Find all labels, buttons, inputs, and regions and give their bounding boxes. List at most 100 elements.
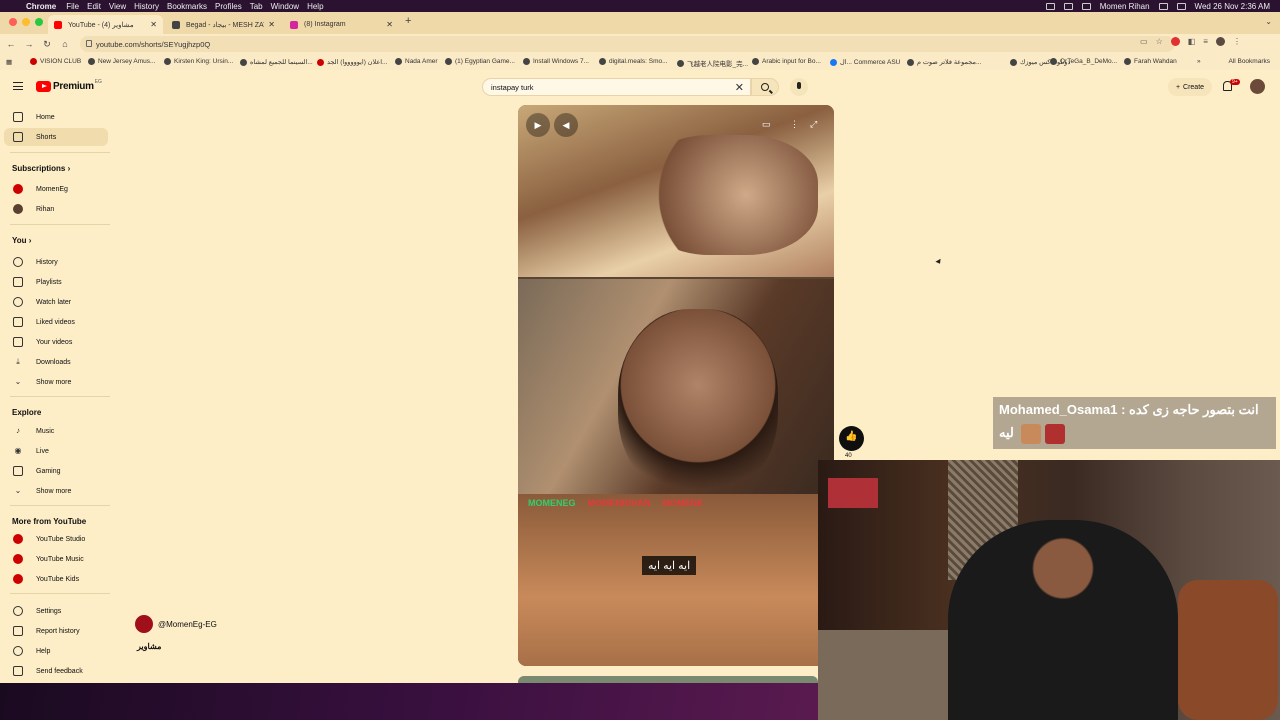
address-bar[interactable]: youtube.com/shorts/SEYugjhzp0Q bbox=[80, 36, 1175, 52]
menu-file[interactable]: File bbox=[66, 2, 87, 11]
sidebar-item-show-more-explore[interactable]: ⌄ Show more bbox=[4, 482, 108, 500]
shorts-video-player[interactable]: ▶ ◀ ▭ ⋮ ⤢ MOMENEG MOMENRIHAN MOMENE ايه … bbox=[518, 105, 834, 666]
sidebar-sub-momeneg[interactable]: MomenEg bbox=[4, 180, 108, 198]
close-tab-icon[interactable]: ✕ bbox=[268, 20, 275, 29]
zoom-window-icon[interactable] bbox=[35, 18, 43, 26]
menu-profiles[interactable]: Profiles bbox=[215, 2, 250, 11]
sidebar-item-show-more[interactable]: ⌄ Show more bbox=[4, 373, 108, 391]
volume-icon[interactable]: ◀ bbox=[554, 113, 578, 137]
sidebar-sub-rihan[interactable]: Rihan bbox=[4, 200, 108, 218]
sidebar-item-youtube-kids[interactable]: YouTube Kids bbox=[4, 570, 108, 588]
search-spotlight-icon[interactable] bbox=[1176, 2, 1186, 10]
more-options-icon[interactable]: ⋮ bbox=[790, 119, 799, 130]
menu-hamburger-icon[interactable] bbox=[13, 82, 23, 90]
menu-view[interactable]: View bbox=[109, 2, 134, 11]
reload-icon[interactable]: ↻ bbox=[38, 39, 56, 50]
search-input[interactable]: instapay turk ✕ bbox=[482, 78, 751, 96]
captions-icon[interactable]: ▭ bbox=[762, 119, 771, 130]
all-bookmarks[interactable]: All Bookmarks bbox=[1228, 58, 1270, 65]
short-channel-info[interactable]: @MomenEg-EG bbox=[135, 615, 217, 633]
bookmark-item[interactable]: Farah Wahdan bbox=[1124, 58, 1177, 65]
bookmark-item[interactable]: Arabic input for Bo... bbox=[752, 58, 821, 65]
bookmark-item[interactable]: OrTeGa_B_DeMo... bbox=[1050, 58, 1117, 65]
sidebar-item-liked-videos[interactable]: Liked videos bbox=[4, 313, 108, 331]
tab-youtube[interactable]: YouTube - مشاوير (4) ✕ bbox=[48, 15, 163, 34]
close-tab-icon[interactable]: ✕ bbox=[386, 20, 393, 29]
youtube-logo[interactable]: Premium EG bbox=[36, 79, 102, 92]
sidebar-item-report-history[interactable]: Report history bbox=[4, 622, 108, 640]
tab-instagram[interactable]: (8) Instagram ✕ bbox=[284, 15, 399, 34]
bookmark-item[interactable]: اعلان (ايوووووا) الجد... bbox=[317, 58, 387, 66]
sidebar-item-your-videos[interactable]: Your videos bbox=[4, 333, 108, 351]
new-tab-icon[interactable]: + bbox=[405, 15, 411, 27]
sidebar-item-youtube-studio[interactable]: YouTube Studio bbox=[4, 530, 108, 548]
sidebar-item-help[interactable]: Help bbox=[4, 642, 108, 660]
sidebar-item-music[interactable]: ♪ Music bbox=[4, 422, 108, 440]
close-tab-icon[interactable]: ✕ bbox=[150, 20, 157, 29]
apps-grid-icon[interactable]: ▦ bbox=[6, 58, 12, 66]
sidebar-item-history[interactable]: History bbox=[4, 253, 108, 271]
sidebar-heading-subscriptions[interactable]: Subscriptions › bbox=[12, 164, 70, 173]
sidebar-heading-you[interactable]: You › bbox=[12, 236, 31, 245]
sidebar-item-downloads[interactable]: ⤓ Downloads bbox=[4, 353, 108, 371]
voice-search-mic-icon[interactable] bbox=[790, 78, 808, 96]
extension-record-icon[interactable] bbox=[1170, 37, 1180, 46]
profile-avatar-icon[interactable] bbox=[1215, 37, 1225, 46]
close-window-icon[interactable] bbox=[9, 18, 17, 26]
sidebar-item-settings[interactable]: Settings bbox=[4, 602, 108, 620]
install-app-icon[interactable]: ▭ bbox=[1140, 37, 1148, 46]
sidebar-item-gaming[interactable]: Gaming bbox=[4, 462, 108, 480]
menu-edit[interactable]: Edit bbox=[87, 2, 109, 11]
bookmark-item[interactable]: ال... Commerce ASU bbox=[830, 58, 900, 66]
menu-window[interactable]: Window bbox=[271, 2, 307, 11]
menubar-clock[interactable]: Wed 26 Nov 2:36 AM bbox=[1195, 2, 1270, 11]
bookmark-item[interactable]: السينما للجميع لمشاه... bbox=[240, 58, 313, 66]
channel-handle[interactable]: @MomenEg-EG bbox=[158, 620, 217, 629]
battery-icon[interactable] bbox=[1045, 2, 1055, 10]
extensions-puzzle-icon[interactable]: ◧ bbox=[1188, 37, 1196, 46]
bookmark-item[interactable]: Install Windows 7... bbox=[523, 58, 589, 65]
sidebar-item-send-feedback[interactable]: Send feedback bbox=[4, 662, 108, 680]
wifi-icon[interactable] bbox=[1063, 2, 1073, 10]
search-button[interactable] bbox=[751, 78, 779, 96]
bookmark-item[interactable]: مجموعة فلاتر صوت م... bbox=[907, 58, 981, 66]
chrome-menu-icon[interactable]: ⋮ bbox=[1233, 37, 1241, 46]
sidebar-item-live[interactable]: ◉ Live bbox=[4, 442, 108, 460]
bookmark-item[interactable]: Nada Amer bbox=[395, 58, 438, 65]
clear-search-icon[interactable]: ✕ bbox=[735, 81, 744, 94]
play-icon[interactable]: ▶ bbox=[526, 113, 550, 137]
like-button[interactable] bbox=[839, 426, 864, 451]
sidebar-item-shorts[interactable]: Shorts bbox=[4, 128, 108, 146]
tab-begad[interactable]: Begad - بيجاد - MESH ZAY ZA ✕ bbox=[166, 15, 281, 34]
sidebar-item-watch-later[interactable]: Watch later bbox=[4, 293, 108, 311]
bookmark-star-icon[interactable]: ☆ bbox=[1156, 37, 1163, 46]
tab-search-chevron-icon[interactable]: ⌄ bbox=[1265, 17, 1272, 26]
bluetooth-icon[interactable] bbox=[1158, 2, 1168, 10]
site-info-icon[interactable] bbox=[86, 40, 92, 47]
minimize-window-icon[interactable] bbox=[22, 18, 30, 26]
back-arrow-icon[interactable]: ← bbox=[2, 39, 20, 49]
bookmark-item[interactable]: VISION CLUB bbox=[30, 58, 81, 65]
account-avatar[interactable] bbox=[1250, 79, 1265, 94]
bookmarks-overflow-icon[interactable]: » bbox=[1197, 58, 1201, 65]
sidebar-item-playlists[interactable]: Playlists bbox=[4, 273, 108, 291]
menu-tab[interactable]: Tab bbox=[250, 2, 271, 11]
fullscreen-icon[interactable]: ⤢ bbox=[810, 119, 817, 130]
menu-help[interactable]: Help bbox=[307, 2, 331, 11]
reading-list-icon[interactable]: ≡ bbox=[1203, 37, 1208, 46]
sidebar-item-home[interactable]: Home bbox=[4, 108, 108, 126]
next-short-preview[interactable] bbox=[518, 676, 818, 683]
menu-app-name[interactable]: Chrome bbox=[26, 2, 66, 11]
bookmark-item[interactable]: digital.meals: Smo... bbox=[599, 58, 668, 65]
bookmark-item[interactable]: Kirsten King: Ursin... bbox=[164, 58, 233, 65]
menu-bookmarks[interactable]: Bookmarks bbox=[167, 2, 215, 11]
channel-avatar[interactable] bbox=[135, 615, 153, 633]
create-button[interactable]: + Create bbox=[1168, 78, 1212, 96]
forward-arrow-icon[interactable]: → bbox=[20, 39, 38, 49]
menu-history[interactable]: History bbox=[134, 2, 167, 11]
bookmark-item[interactable]: New Jersey Amus... bbox=[88, 58, 155, 65]
home-icon[interactable]: ⌂ bbox=[56, 39, 74, 49]
bookmark-item[interactable]: (1) Egyptian Game... bbox=[445, 58, 515, 65]
bookmark-item[interactable]: 飞越老人院电影_完... bbox=[677, 58, 748, 68]
menubar-user[interactable]: Momen Rihan bbox=[1100, 2, 1150, 11]
